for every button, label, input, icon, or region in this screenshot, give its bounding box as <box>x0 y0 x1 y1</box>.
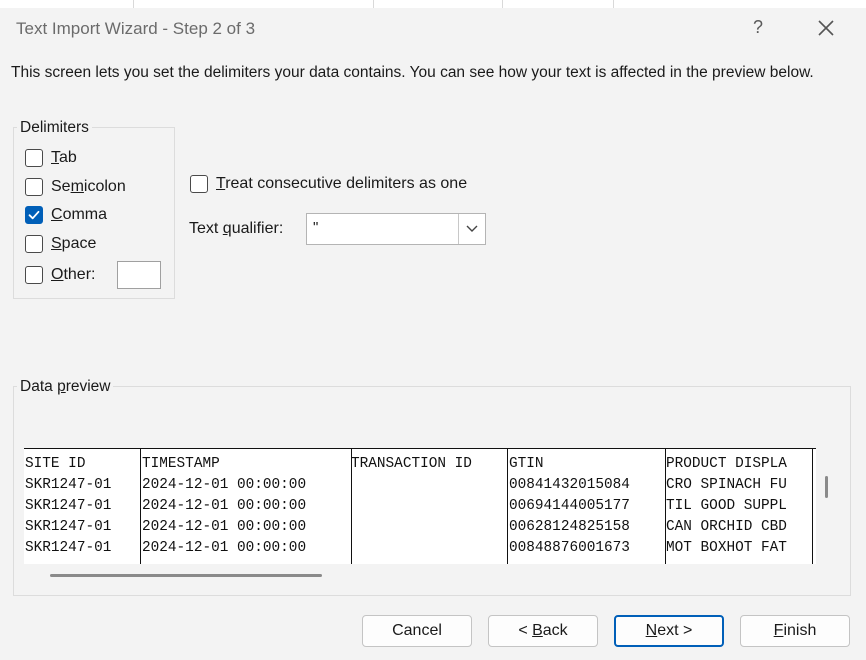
semicolon-label: Semicolon <box>51 178 126 195</box>
semicolon-checkbox-box[interactable] <box>25 178 43 196</box>
comma-checkbox-box[interactable] <box>25 206 43 224</box>
preview-cell: CAN ORCHID CBD <box>666 519 787 535</box>
preview-cell: 2024-12-01 00:00:00 <box>142 540 307 556</box>
other-label: Other: <box>51 266 96 283</box>
preview-header-cell: GTIN <box>509 456 544 472</box>
preview-cell: SKR1247-01 <box>25 477 112 493</box>
preview-cell: 00848876001673 <box>509 540 630 556</box>
window-title: Text Import Wizard - Step 2 of 3 <box>16 19 256 38</box>
tab-checkbox[interactable]: Tab <box>25 149 77 167</box>
other-checkbox[interactable]: Other: <box>25 266 95 284</box>
preview-column-4[interactable]: GTIN 00841432015084 00694144005177 00628… <box>508 448 665 564</box>
preview-cell: 00628124825158 <box>509 519 630 535</box>
tab-label: Tab <box>51 149 77 166</box>
space-checkbox-box[interactable] <box>25 235 43 253</box>
space-label: Space <box>51 235 97 252</box>
title-bar: Text Import Wizard - Step 2 of 3 ? <box>0 8 866 48</box>
chevron-down-icon <box>466 225 478 232</box>
consecutive-label: Treat consecutive delimiters as one <box>216 175 468 192</box>
preview-column-5[interactable]: PRODUCT DISPLA CRO SPINACH FU TIL GOOD S… <box>665 448 816 564</box>
preview-column-3[interactable]: TRANSACTION ID <box>350 448 507 564</box>
vertical-scrollbar-thumb[interactable] <box>825 476 828 498</box>
other-delimiter-input[interactable] <box>117 261 161 289</box>
preview-cell: 2024-12-01 00:00:00 <box>142 498 307 514</box>
close-button[interactable] <box>812 14 840 42</box>
help-button[interactable]: ? <box>753 17 763 38</box>
back-button[interactable]: < Back <box>488 615 598 647</box>
preview-header-cell: SITE ID <box>25 456 86 472</box>
preview-header-cell: TRANSACTION ID <box>351 456 472 472</box>
data-preview-title: Data preview <box>17 378 114 396</box>
preview-cell: 00694144005177 <box>509 498 630 514</box>
consecutive-delimiters-checkbox[interactable]: Treat consecutive delimiters as one <box>190 175 467 193</box>
preview-cell: TIL GOOD SUPPL <box>666 498 787 514</box>
space-checkbox[interactable]: Space <box>25 235 96 253</box>
preview-cell: SKR1247-01 <box>25 498 112 514</box>
close-icon <box>818 20 834 36</box>
worksheet-background <box>0 0 866 8</box>
tab-checkbox-box[interactable] <box>25 149 43 167</box>
comma-checkbox[interactable]: Comma <box>25 206 107 224</box>
comma-label: Comma <box>51 206 108 223</box>
text-qualifier-label: Text qualifier: <box>189 220 284 237</box>
consecutive-checkbox-box[interactable] <box>190 175 208 193</box>
preview-cell: 2024-12-01 00:00:00 <box>142 519 307 535</box>
instructions-text: This screen lets you set the delimiters … <box>11 64 814 81</box>
preview-header-cell: PRODUCT DISPLA <box>666 456 787 472</box>
finish-button[interactable]: Finish <box>740 615 850 647</box>
gridline <box>502 0 503 8</box>
preview-cell: 00841432015084 <box>509 477 630 493</box>
dropdown-button[interactable] <box>458 214 485 244</box>
preview-cell: 2024-12-01 00:00:00 <box>142 477 307 493</box>
preview-column-1[interactable]: SITE ID SKR1247-01 SKR1247-01 SKR1247-01… <box>24 448 140 564</box>
preview-column-2[interactable]: TIMESTAMP 2024-12-01 00:00:00 2024-12-01… <box>141 448 351 564</box>
delimiters-group-title: Delimiters <box>17 119 92 137</box>
gridline <box>133 0 134 8</box>
gridline <box>613 0 614 8</box>
next-button[interactable]: Next > <box>614 615 724 647</box>
column-separator <box>812 448 813 564</box>
horizontal-scrollbar-thumb[interactable] <box>50 574 322 577</box>
preview-cell: MOT BOXHOT FAT <box>666 540 787 556</box>
other-checkbox-box[interactable] <box>25 266 43 284</box>
checkmark-icon <box>28 210 40 220</box>
text-qualifier-dropdown[interactable]: " <box>306 213 486 245</box>
cancel-button[interactable]: Cancel <box>362 615 472 647</box>
gridline <box>373 0 374 8</box>
preview-cell: SKR1247-01 <box>25 519 112 535</box>
semicolon-checkbox[interactable]: Semicolon <box>25 178 126 196</box>
text-qualifier-value: " <box>313 219 319 236</box>
preview-cell: CRO SPINACH FU <box>666 477 787 493</box>
data-preview-grid[interactable]: SITE ID SKR1247-01 SKR1247-01 SKR1247-01… <box>24 448 816 564</box>
preview-cell: SKR1247-01 <box>25 540 112 556</box>
preview-header-cell: TIMESTAMP <box>142 456 220 472</box>
